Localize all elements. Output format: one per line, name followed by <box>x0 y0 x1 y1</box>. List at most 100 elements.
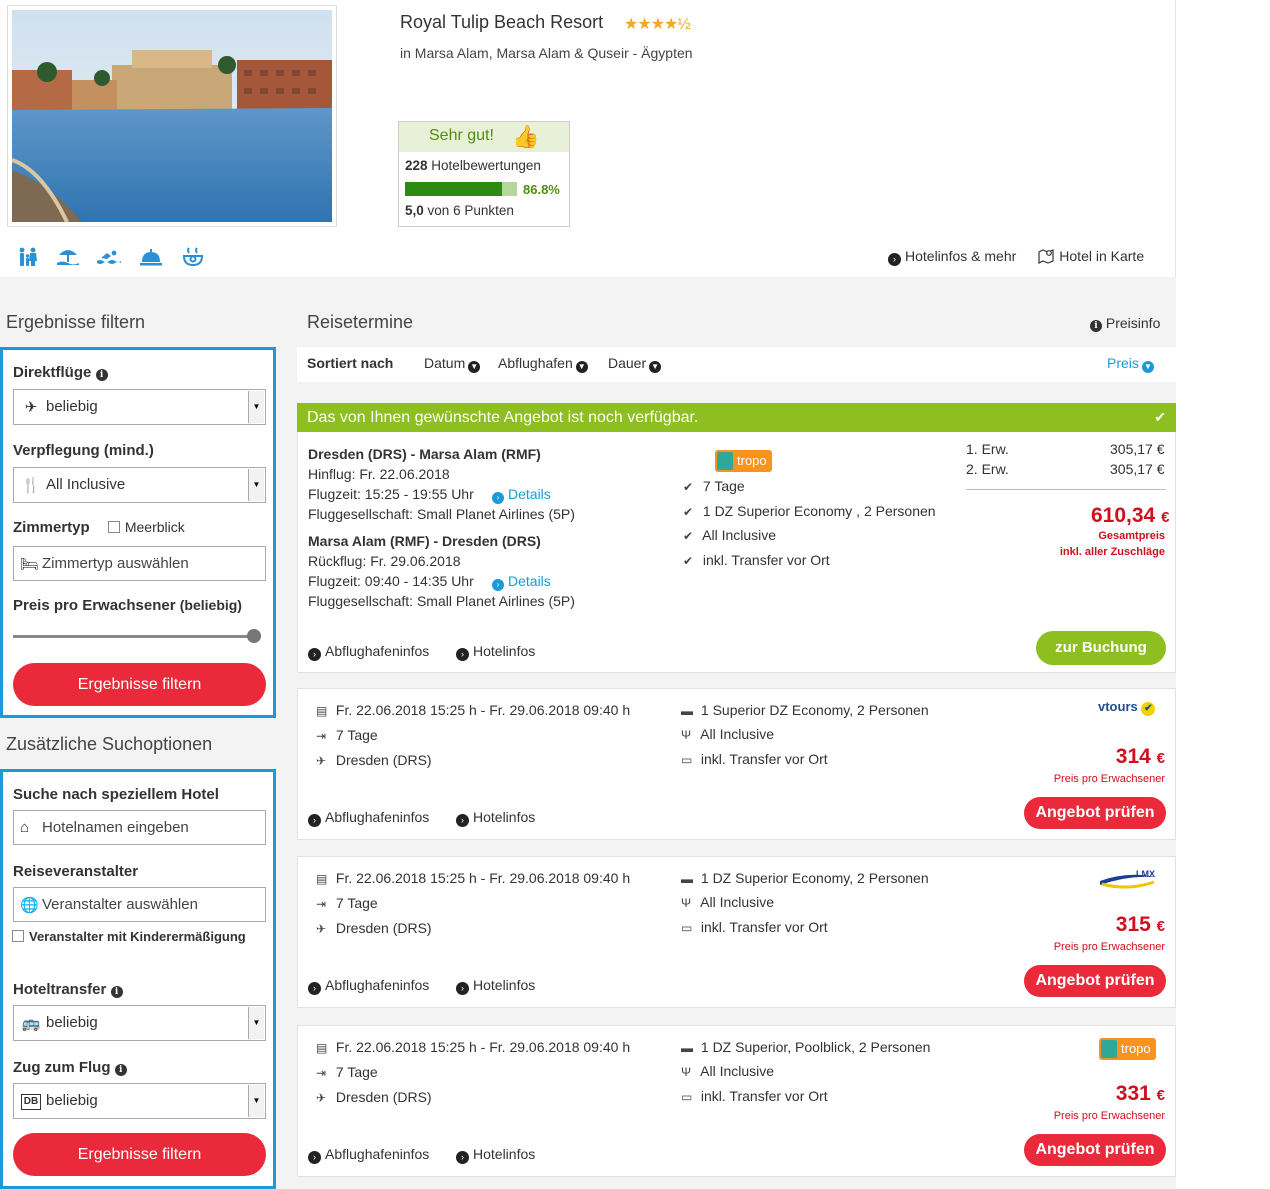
offer-transfer-text: inkl. Transfer vor Ort <box>700 919 828 935</box>
info-icon[interactable]: i <box>114 1064 127 1076</box>
check-offer-button[interactable]: Angebot prüfen <box>1024 797 1166 829</box>
chevron-right-icon: › <box>456 982 469 995</box>
hotel-search-label: Suche nach speziellem Hotel <box>13 786 219 803</box>
cutlery-icon: Ψ <box>681 728 692 742</box>
check-icon: ✔ <box>683 505 694 519</box>
board-label: Verpflegung (mind.) <box>13 442 154 459</box>
map-link[interactable]: Hotel in Karte <box>1038 248 1144 266</box>
featured-offer-card: Dresden (DRS) - Marsa Alam (RMF) Hinflug… <box>297 432 1176 673</box>
check-circle-icon: ✔ <box>1141 702 1156 716</box>
chevron-down-icon: ▼ <box>248 1085 264 1117</box>
operator-logo: vtours ✔ <box>1098 699 1156 716</box>
hotel-photo[interactable] <box>7 5 337 227</box>
hotel-info-label: Hotelinfos <box>473 1146 536 1162</box>
offer-room-text: 1 DZ Superior, Poolblick, 2 Personen <box>700 1039 931 1055</box>
price-hint: (beliebig) <box>179 597 242 613</box>
offer-transfer: ▭ inkl. Transfer vor Ort <box>681 751 828 767</box>
hotelinfos-link[interactable]: › Hotelinfos & mehr <box>888 248 1016 266</box>
info-icon[interactable]: i <box>110 986 123 998</box>
offer-duration-text: 7 Tage <box>335 895 378 911</box>
currency: € <box>1156 918 1165 935</box>
arrow-box-icon: ⇥ <box>316 897 327 911</box>
offer-room: ▬ 1 DZ Superior, Poolblick, 2 Personen <box>681 1039 930 1055</box>
price-slider-track[interactable] <box>13 635 261 638</box>
sort-price[interactable]: Preis ▼ <box>1107 355 1154 373</box>
offer-airport-text: Dresden (DRS) <box>335 920 432 936</box>
sort-duration[interactable]: Dauer ▼ <box>608 355 662 373</box>
adult2-label: 2. Erw. <box>966 461 1009 477</box>
check-offer-button[interactable]: Angebot prüfen <box>1024 1134 1166 1166</box>
bed-icon: 🛏 <box>20 556 40 573</box>
hotel-info-link[interactable]: › Hotelinfos <box>456 643 535 661</box>
feature-board-text: All Inclusive <box>702 527 777 543</box>
hotel-info-link[interactable]: › Hotelinfos <box>456 977 535 995</box>
transfer-select[interactable]: 🚌 beliebig ▼ <box>13 1005 266 1041</box>
chevron-down-icon: ▼ <box>575 361 588 373</box>
total-price: 610,34 € <box>1091 504 1169 528</box>
book-button[interactable]: zur Buchung <box>1036 631 1166 665</box>
outbound-details-link[interactable]: › Details <box>492 486 551 504</box>
preisinfo-link[interactable]: i Preisinfo <box>1090 315 1160 332</box>
bus-icon: ▭ <box>681 1090 693 1104</box>
star-rating: ★★★★½ <box>624 16 691 33</box>
room-type-input[interactable]: 🛏 Zimmertyp auswählen <box>13 546 266 581</box>
operator-input[interactable]: 🌐 Veranstalter auswählen <box>13 887 266 922</box>
offer-dates: ▤ Fr. 22.06.2018 15:25 h - Fr. 29.06.201… <box>316 702 630 718</box>
hotel-header: Royal Tulip Beach Resort ★★★★½ in Marsa … <box>0 0 1176 277</box>
train-select[interactable]: DB beliebig ▼ <box>13 1083 266 1119</box>
price-slider-handle[interactable] <box>247 629 261 643</box>
check-icon: ✔ <box>1154 409 1166 425</box>
availability-text: Das von Ihnen gewünschte Angebot ist noc… <box>307 409 699 426</box>
operator-placeholder: Veranstalter auswählen <box>42 896 198 913</box>
hotel-info-link[interactable]: › Hotelinfos <box>456 1146 535 1164</box>
sort-date[interactable]: Datum ▼ <box>424 355 481 373</box>
extra-options-panel: Suche nach speziellem Hotel ⌂ Hotelnamen… <box>0 769 276 1189</box>
operator-label: Reiseveranstalter <box>13 863 139 880</box>
rating-box[interactable]: Sehr gut! 👍 228 Hotelbewertungen 86.8% 5… <box>398 121 570 227</box>
arrow-box-icon: ⇥ <box>316 1066 327 1080</box>
outbound-airline: Fluggesellschaft: Small Planet Airlines … <box>308 506 575 522</box>
rating-progress-bar <box>405 182 517 196</box>
check-offer-button[interactable]: Angebot prüfen <box>1024 965 1166 997</box>
seaview-label: Meerblick <box>124 519 185 535</box>
cutlery-icon: Ψ <box>681 1065 692 1079</box>
child-discount-checkbox[interactable]: Veranstalter mit Kinderermäßigung <box>12 929 246 944</box>
offer-price: 315 € <box>1116 913 1165 937</box>
board-select[interactable]: 🍴 All Inclusive ▼ <box>13 467 266 503</box>
hotel-info-link[interactable]: › Hotelinfos <box>456 809 535 827</box>
chevron-right-icon: › <box>492 579 504 591</box>
airport-info-link[interactable]: › Abflughafeninfos <box>308 1146 429 1164</box>
feature-room-text: 1 DZ Superior Economy , 2 Personen <box>702 503 936 519</box>
sort-airport[interactable]: Abflughafen ▼ <box>498 355 588 373</box>
airport-info-link[interactable]: › Abflughafeninfos <box>308 643 429 661</box>
airplane-icon: ✈ <box>316 1091 327 1105</box>
arrow-box-icon: ⇥ <box>316 729 327 743</box>
airport-info-link[interactable]: › Abflughafeninfos <box>308 809 429 827</box>
chevron-down-icon: ▼ <box>649 361 662 373</box>
filter-panel: Direktflüge i ✈ beliebig ▼ Verpflegung (… <box>0 347 276 718</box>
review-count-label: Hotelbewertungen <box>431 158 541 173</box>
tropo-logo-icon <box>717 452 733 470</box>
sorted-by-label: Sortiert nach <box>307 355 394 371</box>
airport-info-link[interactable]: › Abflughafeninfos <box>308 977 429 995</box>
operator-logo: tropo <box>1099 1038 1156 1060</box>
feature-transfer: ✔ inkl. Transfer vor Ort <box>683 552 830 568</box>
hotel-search-input[interactable]: ⌂ Hotelnamen eingeben <box>13 810 266 845</box>
hotel-location: in Marsa Alam, Marsa Alam & Quseir - Ägy… <box>400 45 693 61</box>
offer-duration-text: 7 Tage <box>335 1064 378 1080</box>
seaview-checkbox[interactable]: Meerblick <box>107 519 185 535</box>
offer-transfer-text: inkl. Transfer vor Ort <box>700 1088 828 1104</box>
db-logo-icon: DB <box>21 1094 41 1110</box>
return-details-link[interactable]: › Details <box>492 573 551 591</box>
map-icon <box>1038 248 1054 264</box>
offer-room: ▬ 1 DZ Superior Economy, 2 Personen <box>681 870 929 886</box>
chevron-right-icon: › <box>492 492 504 504</box>
filter-button[interactable]: Ergebnisse filtern <box>13 663 266 706</box>
operator-name: tropo <box>1121 1041 1151 1056</box>
filter-button-2[interactable]: Ergebnisse filtern <box>13 1133 266 1176</box>
checkbox-icon <box>12 930 24 942</box>
info-icon[interactable]: i <box>95 369 108 381</box>
direct-flights-select[interactable]: ✈ beliebig ▼ <box>13 389 266 425</box>
direct-flights-label: Direktflüge i <box>13 364 108 381</box>
offer-price-label: Preis pro Erwachsener <box>1053 941 1165 953</box>
